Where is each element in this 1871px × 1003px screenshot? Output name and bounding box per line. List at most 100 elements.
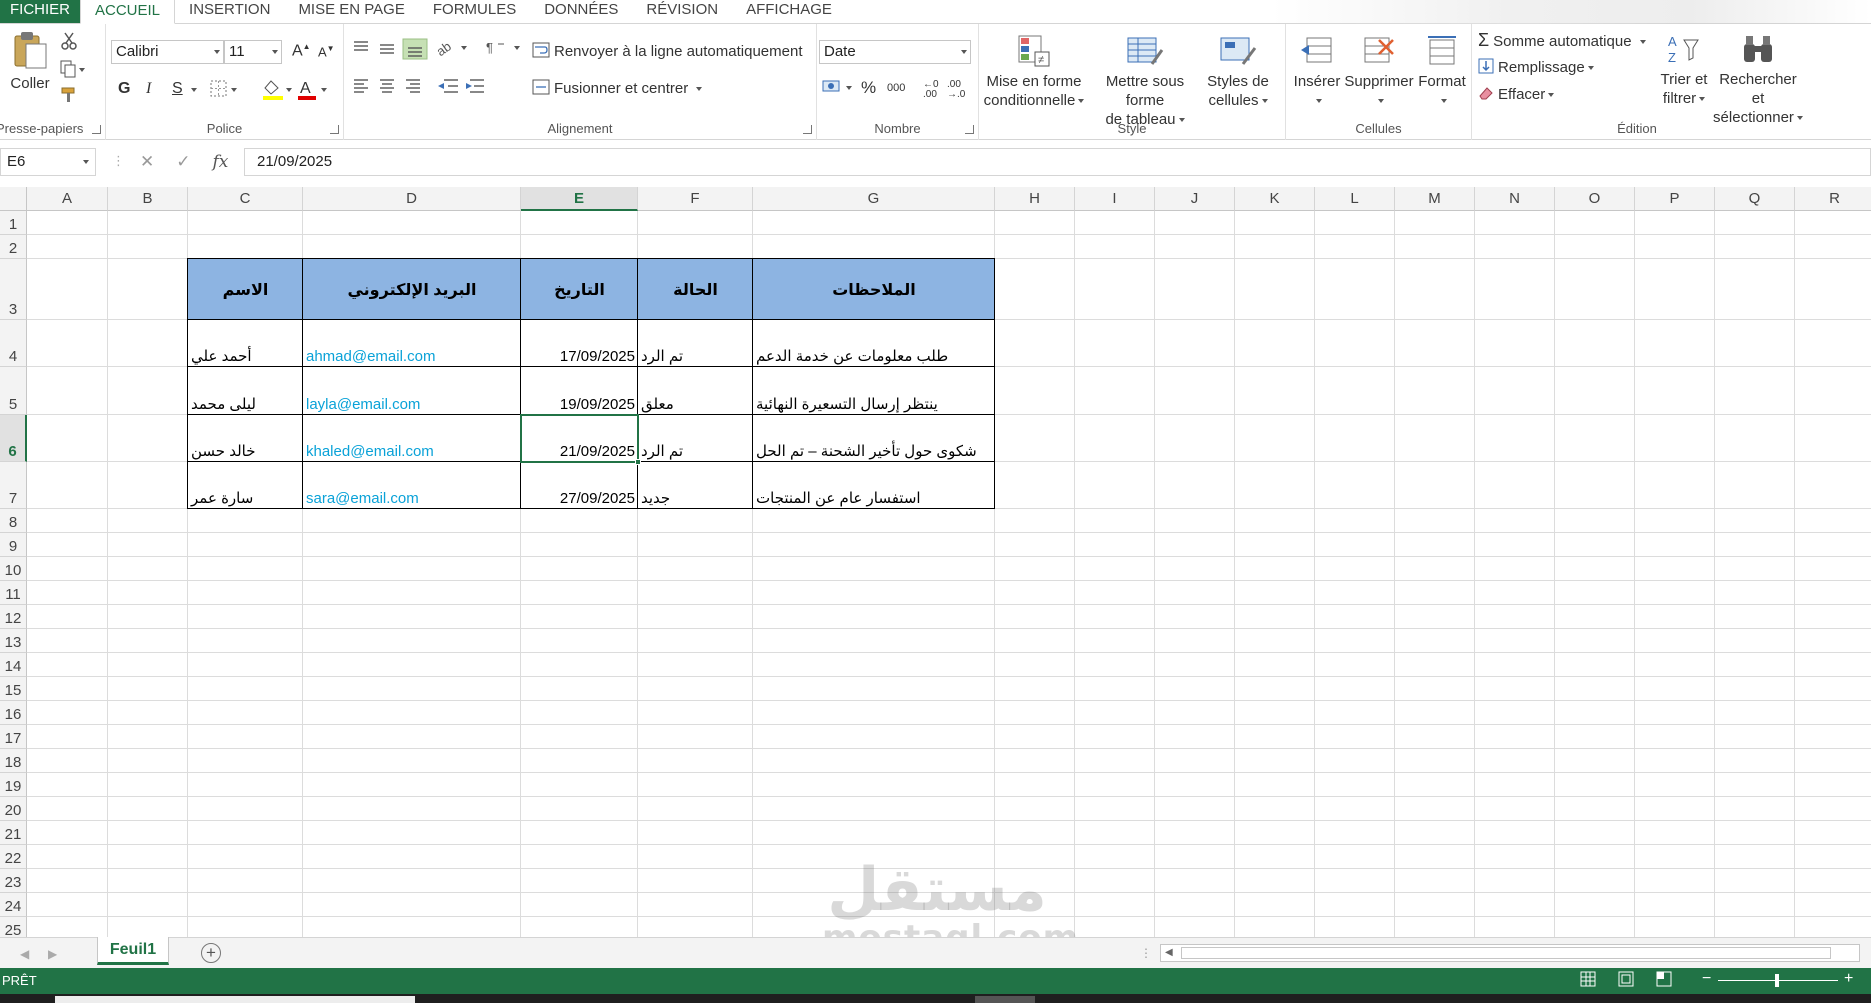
table-cell-date[interactable]: 21/09/2025 xyxy=(521,415,638,462)
table-header-email[interactable]: البريد الإلكتروني xyxy=(303,259,521,320)
orientation-icon[interactable]: ab xyxy=(434,38,474,58)
normal-view-icon[interactable] xyxy=(1580,971,1596,987)
wrap-text-button[interactable]: Renvoyer à la ligne automatiquement xyxy=(532,42,802,60)
column-header[interactable]: F xyxy=(638,187,753,211)
increase-decimal-icon[interactable]: ←0.00 xyxy=(923,80,939,100)
row-header[interactable]: 11 xyxy=(0,581,27,605)
number-launcher[interactable] xyxy=(965,125,974,134)
format-cells-button[interactable]: Format xyxy=(1414,34,1470,110)
zoom-in-icon[interactable]: + xyxy=(1844,970,1853,988)
column-header[interactable]: G xyxy=(753,187,995,211)
vertical-align-icons[interactable] xyxy=(350,38,430,60)
row-header[interactable]: 23 xyxy=(0,869,27,893)
column-header[interactable]: D xyxy=(303,187,521,211)
zoom-slider[interactable]: − + xyxy=(1700,970,1860,990)
scroll-left-sheet-icon[interactable]: ◀ xyxy=(20,947,29,961)
rtl-direction-icon[interactable]: ¶ xyxy=(484,38,528,58)
indent-icons[interactable] xyxy=(436,76,492,96)
insert-cells-button[interactable]: Insérer xyxy=(1288,34,1346,110)
cell-styles-button[interactable]: Styles de cellules xyxy=(1205,34,1271,110)
taskbar-window[interactable] xyxy=(55,996,415,1003)
clipboard-launcher[interactable] xyxy=(92,125,101,134)
column-header[interactable]: N xyxy=(1475,187,1555,211)
table-cell-name[interactable]: سارة عمر xyxy=(188,462,303,509)
row-header[interactable]: 20 xyxy=(0,797,27,821)
row-header[interactable]: 25 xyxy=(0,917,27,937)
paste-button[interactable]: Coller xyxy=(4,30,56,93)
row-header[interactable]: 5 xyxy=(0,367,27,415)
row-header[interactable]: 8 xyxy=(0,509,27,533)
row-header[interactable]: 3 xyxy=(0,259,27,320)
row-header[interactable]: 18 xyxy=(0,749,27,773)
format-as-table-button[interactable]: Mettre sous forme de tableau xyxy=(1089,34,1201,129)
tab-review[interactable]: RÉVISION xyxy=(632,0,732,23)
row-header[interactable]: 12 xyxy=(0,605,27,629)
table-cell-status[interactable]: معلق xyxy=(638,367,753,415)
row-header[interactable]: 7 xyxy=(0,462,27,509)
alignment-launcher[interactable] xyxy=(803,125,812,134)
currency-icon[interactable] xyxy=(821,78,857,98)
tab-home[interactable]: ACCUEIL xyxy=(80,0,176,24)
find-select-button[interactable]: Rechercher et sélectionner xyxy=(1712,32,1804,127)
formula-input[interactable]: 21/09/2025 xyxy=(244,148,1871,176)
taskbar-window[interactable] xyxy=(975,996,1035,1003)
table-cell-status[interactable]: تم الرد xyxy=(638,415,753,462)
name-box[interactable]: E6 xyxy=(0,148,96,176)
row-header[interactable]: 15 xyxy=(0,677,27,701)
scroll-right-sheet-icon[interactable]: ▶ xyxy=(48,947,57,961)
column-header[interactable]: H xyxy=(995,187,1075,211)
row-header[interactable]: 22 xyxy=(0,845,27,869)
table-cell-status[interactable]: تم الرد xyxy=(638,320,753,367)
column-header[interactable]: P xyxy=(1635,187,1715,211)
row-header[interactable]: 1 xyxy=(0,211,27,235)
fill-color-icon[interactable] xyxy=(261,78,295,100)
table-cell-notes[interactable]: طلب معلومات عن خدمة الدعم xyxy=(753,320,995,367)
page-layout-view-icon[interactable] xyxy=(1618,971,1634,987)
conditional-format-button[interactable]: ≠ Mise en forme conditionnelle xyxy=(983,34,1085,110)
decrease-font-icon[interactable]: A▼ xyxy=(318,44,335,59)
borders-icon[interactable] xyxy=(210,80,240,98)
clear-button[interactable]: Effacer xyxy=(1478,85,1555,103)
row-header[interactable]: 17 xyxy=(0,725,27,749)
decrease-decimal-icon[interactable]: .00 →.0 xyxy=(947,80,965,100)
horizontal-scrollbar[interactable]: ◀ xyxy=(1160,944,1860,962)
autosum-button[interactable]: Σ Somme automatique xyxy=(1478,30,1646,51)
column-header[interactable]: M xyxy=(1395,187,1475,211)
table-cell-date[interactable]: 19/09/2025 xyxy=(521,367,638,415)
tab-view[interactable]: AFFICHAGE xyxy=(732,0,846,23)
table-cell-name[interactable]: ليلى محمد xyxy=(188,367,303,415)
column-header[interactable]: B xyxy=(108,187,188,211)
row-header[interactable]: 16 xyxy=(0,701,27,725)
table-header-status[interactable]: الحالة xyxy=(638,259,753,320)
select-all-corner[interactable] xyxy=(0,187,27,211)
row-header[interactable]: 21 xyxy=(0,821,27,845)
page-break-view-icon[interactable] xyxy=(1656,971,1672,987)
sheet-tab-feuil1[interactable]: Feuil1 xyxy=(97,937,169,965)
cancel-entry-icon[interactable]: ✕ xyxy=(140,152,154,172)
row-header[interactable]: 4 xyxy=(0,320,27,367)
chevron-down-icon[interactable] xyxy=(191,88,197,92)
underline-button[interactable]: S xyxy=(172,80,183,98)
table-cell-date[interactable]: 27/09/2025 xyxy=(521,462,638,509)
thousands-button[interactable]: 000 xyxy=(887,82,905,94)
table-header-notes[interactable]: الملاحظات xyxy=(753,259,995,320)
format-painter-icon[interactable] xyxy=(60,86,78,104)
font-color-icon[interactable]: A xyxy=(296,78,330,100)
table-cell-email[interactable]: sara@email.com xyxy=(303,462,521,509)
row-header[interactable]: 24 xyxy=(0,893,27,917)
table-cell-status[interactable]: جديد xyxy=(638,462,753,509)
table-header-name[interactable]: الاسم xyxy=(188,259,303,320)
table-cell-email[interactable]: khaled@email.com xyxy=(303,415,521,462)
horizontal-align-icons[interactable] xyxy=(350,76,430,96)
table-cell-name[interactable]: أحمد علي xyxy=(188,320,303,367)
tab-formulas[interactable]: FORMULES xyxy=(419,0,530,23)
tab-insert[interactable]: INSERTION xyxy=(175,0,284,23)
zoom-knob[interactable] xyxy=(1775,974,1779,987)
row-header[interactable]: 9 xyxy=(0,533,27,557)
splitter-handle[interactable]: ⋮ xyxy=(1140,946,1152,960)
table-cell-email[interactable]: ahmad@email.com xyxy=(303,320,521,367)
tab-file[interactable]: FICHIER xyxy=(0,0,80,23)
percent-button[interactable]: % xyxy=(861,78,876,98)
column-header[interactable]: O xyxy=(1555,187,1635,211)
table-cell-date[interactable]: 17/09/2025 xyxy=(521,320,638,367)
